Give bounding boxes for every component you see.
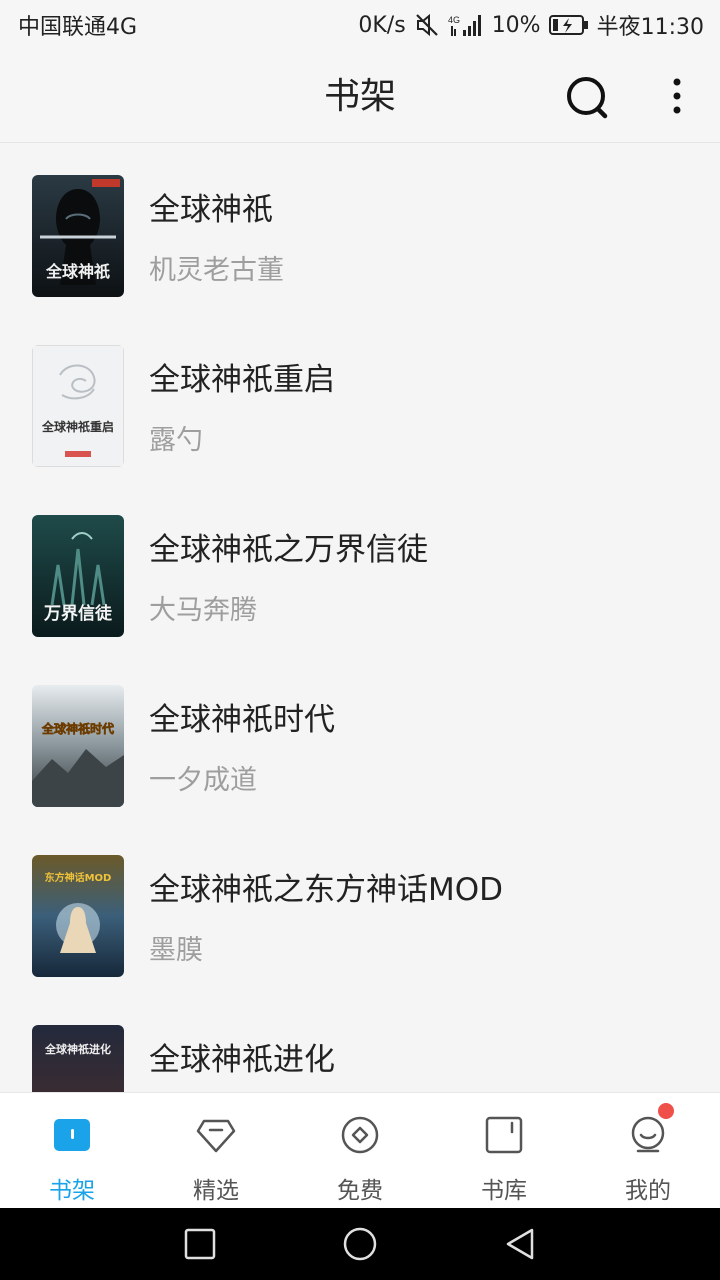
battery-percent: 10%: [491, 12, 541, 38]
book-title: 全球神祇: [149, 192, 273, 228]
tab-label: 我的: [625, 1178, 671, 1204]
app-bar: 书架: [0, 50, 720, 143]
status-icons: 0K/s 4G 10% 半夜11:30: [358, 9, 704, 41]
book-author: 大马奔腾: [149, 595, 257, 626]
book-title: 全球神祇之万界信徒: [149, 532, 428, 568]
book-author: 墨膜: [149, 935, 203, 966]
tab-library[interactable]: 书库: [432, 1093, 576, 1209]
book-cover[interactable]: 万界信徒: [32, 515, 124, 637]
book-title: 全球神祇进化: [149, 1042, 335, 1078]
book-title: 全球神祇之东方神话MOD: [149, 872, 504, 908]
book-item[interactable]: 全球神祇时代 全球神祇时代 一夕成道: [0, 654, 720, 824]
recent-apps-icon[interactable]: [182, 1226, 218, 1262]
signal-icon: 4G: [448, 12, 484, 38]
tab-label: 书库: [481, 1178, 527, 1204]
coin-icon: [340, 1115, 380, 1155]
book-item[interactable]: 东方神话MOD 全球神祇之东方神话MOD 墨膜: [0, 824, 720, 994]
book-cover[interactable]: 东方神话MOD: [32, 855, 124, 977]
book-cover[interactable]: 全球神祇时代: [32, 685, 124, 807]
home-icon[interactable]: [342, 1226, 378, 1262]
book-item[interactable]: 全球神祇进化 全球神祇进化: [0, 994, 720, 1092]
network-speed: 0K/s: [358, 12, 406, 38]
book-cover[interactable]: 全球神祇进化: [32, 1025, 124, 1092]
library-icon: [484, 1115, 524, 1155]
tab-free[interactable]: 免费: [288, 1093, 432, 1209]
tab-featured[interactable]: 精选: [144, 1093, 288, 1209]
search-icon[interactable]: [562, 72, 612, 122]
back-icon[interactable]: [502, 1226, 538, 1262]
book-cover[interactable]: 全球神祇: [32, 175, 124, 297]
book-title: 全球神祇时代: [149, 702, 335, 738]
book-title: 全球神祇重启: [149, 362, 335, 398]
book-item[interactable]: 全球神祇 全球神祇 机灵老古董: [0, 144, 720, 314]
cover-title: 万界信徒: [43, 603, 113, 624]
bookshelf-icon: [52, 1115, 92, 1155]
notification-badge: [658, 1103, 674, 1119]
bottom-tab-bar: 书架 精选 免费 书库 我的: [0, 1092, 720, 1208]
book-item[interactable]: 万界信徒 全球神祇之万界信徒 大马奔腾: [0, 484, 720, 654]
tab-label: 免费: [337, 1178, 383, 1204]
tab-profile[interactable]: 我的: [576, 1093, 720, 1209]
book-cover[interactable]: 全球神祇重启: [32, 345, 124, 467]
carrier-label: 中国联通4G: [18, 15, 138, 40]
book-item[interactable]: 全球神祇重启 全球神祇重启 露勺: [0, 314, 720, 484]
profile-icon: [628, 1115, 668, 1155]
battery-charging-icon: [548, 14, 589, 36]
bookshelf-list[interactable]: 全球神祇 全球神祇 机灵老古董 全球神祇重启 全球神祇重启 露勺 万界信徒 全球…: [0, 144, 720, 1092]
system-nav-bar: [0, 1208, 720, 1280]
clock: 半夜11:30: [596, 15, 704, 40]
cover-title: 全球神祇进化: [44, 1042, 111, 1056]
gem-icon: [196, 1115, 236, 1155]
tab-bookshelf[interactable]: 书架: [0, 1093, 144, 1209]
svg-text:4G: 4G: [448, 15, 460, 25]
cover-title: 全球神祇重启: [41, 419, 114, 434]
mute-icon: [414, 12, 440, 38]
book-author: 露勺: [149, 425, 203, 456]
more-vertical-icon[interactable]: [660, 72, 694, 122]
page-title: 书架: [323, 76, 396, 117]
cover-title: 东方神话MOD: [45, 871, 112, 884]
book-author: 机灵老古董: [149, 255, 284, 286]
cover-title: 全球神祇时代: [41, 721, 114, 736]
book-author: 一夕成道: [149, 765, 257, 796]
cover-title: 全球神祇: [45, 262, 110, 281]
tab-label: 书架: [49, 1178, 95, 1204]
tab-label: 精选: [193, 1178, 239, 1204]
status-bar: 中国联通4G 0K/s 4G 10% 半夜11:30: [0, 0, 720, 50]
